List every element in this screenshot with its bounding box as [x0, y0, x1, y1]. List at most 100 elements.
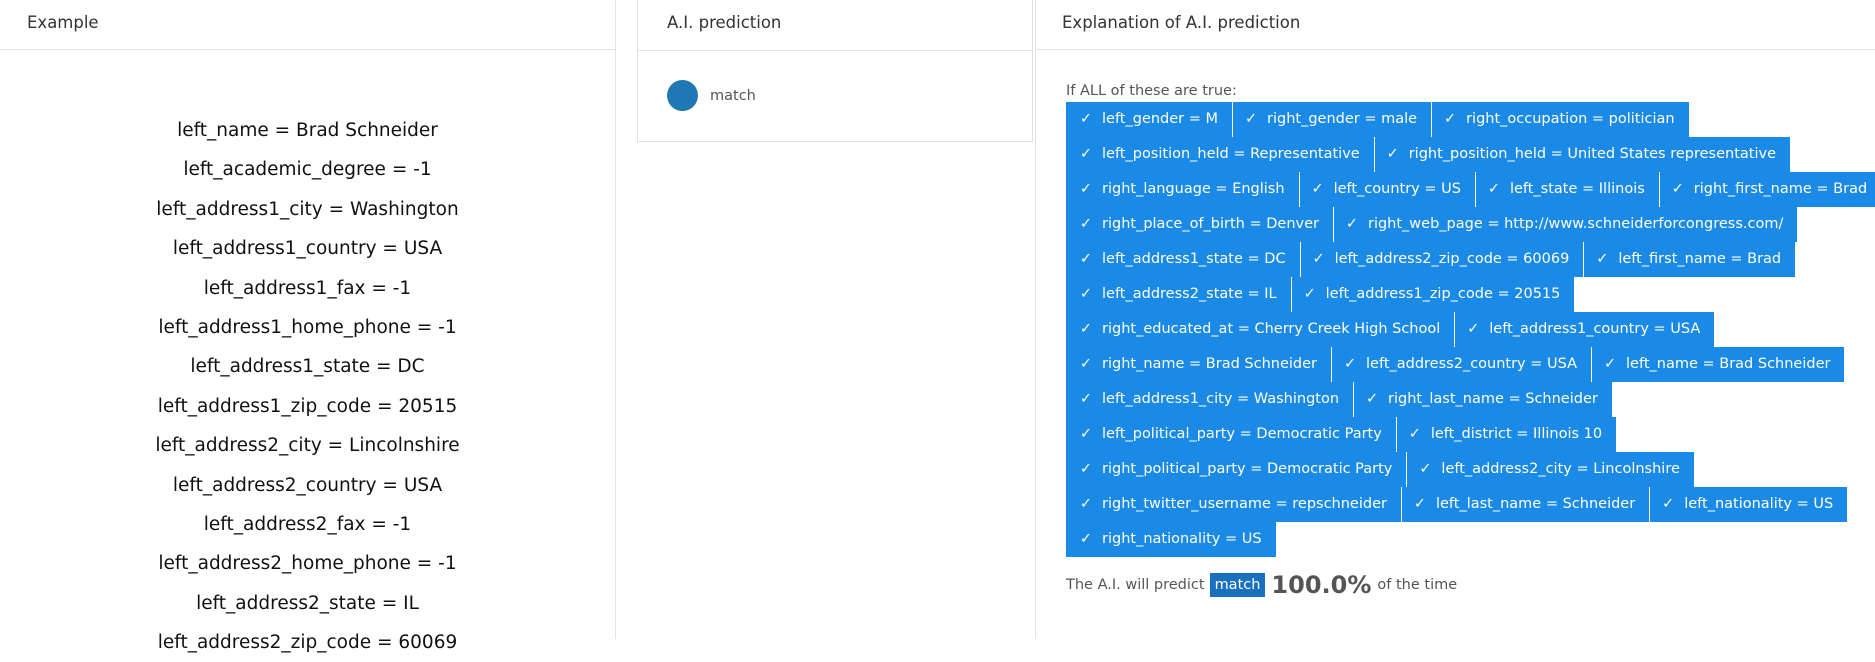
- condition-chip: ✓right_position_held = United States rep…: [1375, 137, 1791, 172]
- condition-chip-label: left_political_party = Democratic Party: [1102, 426, 1382, 442]
- condition-chip: ✓ left_position_held = Representative: [1066, 137, 1375, 172]
- example-title: Example: [0, 0, 615, 50]
- condition-chip: ✓ left_gender = M: [1066, 102, 1233, 137]
- condition-chip-label: right_last_name = Schneider: [1388, 391, 1598, 407]
- check-icon: ✓: [1302, 277, 1318, 312]
- condition-chip-row: ✓ right_educated_at = Cherry Creek High S…: [1066, 312, 1856, 347]
- check-icon: ✓: [1412, 487, 1428, 522]
- example-feature-item: left_address2_city = Lincolnshire: [0, 426, 615, 465]
- condition-chip-label: left_district = Illinois 10: [1431, 426, 1602, 442]
- condition-chip-row: ✓ right_nationality = US: [1066, 522, 1856, 557]
- condition-chip-label: right_web_page = http://www.schneiderfor…: [1368, 216, 1783, 232]
- check-icon: ✓: [1465, 312, 1481, 347]
- condition-chip: ✓right_occupation = politician: [1432, 102, 1689, 137]
- condition-chip: ✓ left_state = Illinois: [1476, 172, 1660, 207]
- condition-chip: ✓left_address2_city = Lincolnshire: [1407, 452, 1695, 487]
- condition-chip: ✓ left_first_name = Brad: [1584, 242, 1796, 277]
- example-feature-item: left_address2_zip_code = 60069: [0, 623, 615, 662]
- condition-chip: ✓ left_country = US: [1300, 172, 1476, 207]
- check-icon: ✓: [1407, 417, 1423, 452]
- check-icon: ✓: [1594, 242, 1610, 277]
- condition-chip: ✓right_web_page = http://www.schneiderfo…: [1334, 207, 1798, 242]
- check-icon: ✓: [1670, 172, 1686, 207]
- condition-chip-label: left_address2_state = IL: [1102, 286, 1277, 302]
- condition-chip-label: right_political_party = Democratic Party: [1102, 461, 1392, 477]
- check-icon: ✓: [1311, 242, 1327, 277]
- check-icon: ✓: [1078, 487, 1094, 522]
- check-icon: ✓: [1078, 312, 1094, 347]
- condition-chip-label: right_language = English: [1102, 181, 1285, 197]
- check-icon: ✓: [1078, 172, 1094, 207]
- check-icon: ✓: [1078, 102, 1094, 137]
- example-feature-item: left_address1_home_phone = -1: [0, 308, 615, 347]
- check-icon: ✓: [1078, 382, 1094, 417]
- check-icon: ✓: [1364, 382, 1380, 417]
- condition-chip-label: right_position_held = United States repr…: [1409, 146, 1776, 162]
- condition-chip-label: right_name = Brad Schneider: [1102, 356, 1317, 372]
- condition-chip-row: ✓right_political_party = Democratic Part…: [1066, 452, 1856, 487]
- condition-chip: ✓ right_nationality = US: [1066, 522, 1277, 557]
- condition-chip-label: left_address1_country = USA: [1489, 321, 1700, 337]
- example-panel: Example left_name = Brad Schneider left_a…: [0, 0, 616, 639]
- check-icon: ✓: [1078, 242, 1094, 277]
- check-icon: ✓: [1078, 417, 1094, 452]
- summary-label-badge: match: [1210, 573, 1266, 597]
- condition-chip: ✓ right_educated_at = Cherry Creek High S…: [1066, 312, 1455, 347]
- check-icon: ✓: [1078, 137, 1094, 172]
- condition-chip-label: left_address2_zip_code = 60069: [1335, 251, 1570, 267]
- summary-percent: 100.0%: [1271, 571, 1371, 599]
- example-feature-item: left_address1_fax = -1: [0, 269, 615, 308]
- condition-chip-row: ✓ left_gender = M ✓right_gender = male✓rig…: [1066, 102, 1856, 137]
- example-feature-item: left_address1_zip_code = 20515: [0, 387, 615, 426]
- condition-chip-label: left_country = US: [1334, 181, 1461, 197]
- condition-chip-row: ✓left_address2_state = IL✓left_address1_…: [1066, 277, 1856, 312]
- condition-chip-row: ✓ left_position_held = Representative ✓rig…: [1066, 137, 1856, 172]
- condition-chip: ✓ left_address1_state = DC: [1066, 242, 1301, 277]
- summary-prefix: The A.I. will predict: [1066, 577, 1205, 593]
- condition-chip: ✓ left_address2_zip_code = 60069: [1301, 242, 1585, 277]
- example-feature-item: left_name = Brad Schneider: [0, 111, 615, 150]
- check-icon: ✓: [1342, 347, 1358, 382]
- example-feature-item: left_address1_country = USA: [0, 229, 615, 268]
- condition-chip: ✓left_address2_country = USA: [1332, 347, 1592, 382]
- condition-chip: ✓ left_political_party = Democratic Party: [1066, 417, 1397, 452]
- condition-chip-label: right_nationality = US: [1102, 531, 1262, 547]
- condition-chip-row: ✓right_twitter_username = repschneider✓l…: [1066, 487, 1856, 522]
- condition-chip: ✓right_political_party = Democratic Part…: [1066, 452, 1407, 487]
- condition-chip: ✓ left_last_name = Schneider: [1402, 487, 1650, 522]
- check-icon: ✓: [1310, 172, 1326, 207]
- check-icon: ✓: [1602, 347, 1618, 382]
- condition-chip-label: left_last_name = Schneider: [1436, 496, 1635, 512]
- summary-suffix: of the time: [1377, 577, 1457, 593]
- check-icon: ✓: [1660, 487, 1676, 522]
- condition-chip-label: left_address1_city = Washington: [1102, 391, 1339, 407]
- condition-chip-label: right_first_name = Brad: [1694, 181, 1867, 197]
- condition-chip-label: left_first_name = Brad: [1618, 251, 1781, 267]
- condition-chip-row: ✓ right_place_of_birth = Denver ✓right_web…: [1066, 207, 1856, 242]
- condition-chip: ✓ left_address1_city = Washington: [1066, 382, 1354, 417]
- check-icon: ✓: [1078, 522, 1094, 557]
- condition-chip: ✓right_gender = male: [1233, 102, 1432, 137]
- condition-chip-label: left_address1_state = DC: [1102, 251, 1286, 267]
- explanation-title: Explanation of A.I. prediction: [1035, 0, 1875, 50]
- prediction-result: match: [667, 80, 756, 111]
- prediction-card: A.I. prediction match: [637, 0, 1033, 142]
- example-feature-item: left_address1_city = Washington: [0, 190, 615, 229]
- condition-chip-label: left_address1_zip_code = 20515: [1326, 286, 1561, 302]
- check-icon: ✓: [1486, 172, 1502, 207]
- prediction-label: match: [710, 88, 756, 104]
- condition-chip: ✓right_twitter_username = repschneider: [1066, 487, 1402, 522]
- prediction-panel: A.I. prediction match: [615, 0, 1036, 639]
- condition-chip-label: left_state = Illinois: [1510, 181, 1645, 197]
- condition-chip-label: right_educated_at = Cherry Creek High Sc…: [1102, 321, 1440, 337]
- condition-chip-label: right_place_of_birth = Denver: [1102, 216, 1319, 232]
- prediction-summary: The A.I. will predict match 100.0% of th…: [1066, 571, 1457, 599]
- check-icon: ✓: [1078, 207, 1094, 242]
- condition-chip: ✓right_name = Brad Schneider: [1066, 347, 1332, 382]
- condition-chip-label: right_occupation = politician: [1466, 111, 1674, 127]
- condition-chip-row: ✓ left_address1_city = Washington ✓ right_l…: [1066, 382, 1856, 417]
- condition-chip-label: left_address2_city = Lincolnshire: [1441, 461, 1680, 477]
- condition-chip-label: left_gender = M: [1102, 111, 1218, 127]
- example-feature-item: left_address2_country = USA: [0, 466, 615, 505]
- condition-chip-label: left_position_held = Representative: [1102, 146, 1360, 162]
